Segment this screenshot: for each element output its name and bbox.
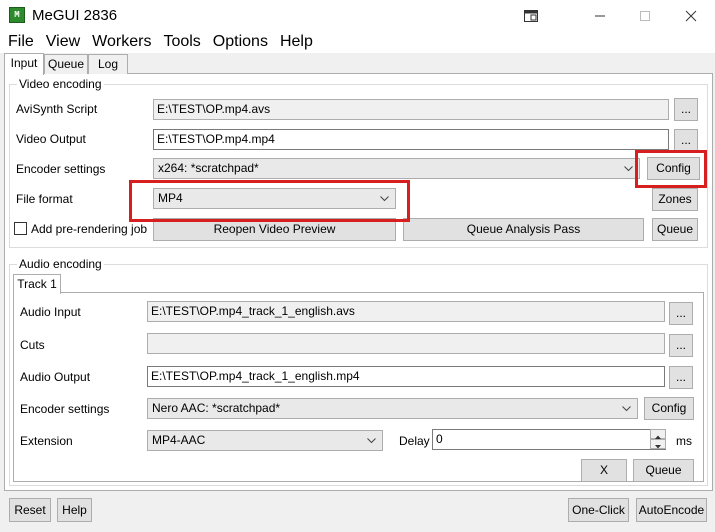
avisynth-script-label: AviSynth Script: [16, 102, 98, 116]
minimize-icon: [595, 15, 605, 16]
menu-workers[interactable]: Workers: [86, 32, 157, 52]
minimize-button[interactable]: [577, 0, 623, 31]
audio-input-field[interactable]: E:\TEST\OP.mp4_track_1_english.avs: [147, 301, 665, 322]
audio-encoder-settings-label: Encoder settings: [20, 402, 110, 416]
audio-encoder-settings-select[interactable]: Nero AAC: *scratchpad*: [147, 398, 638, 419]
menu-file[interactable]: File: [2, 32, 40, 52]
cuts-field[interactable]: [147, 333, 665, 354]
tab-queue[interactable]: Queue: [44, 54, 88, 74]
spin-down-button[interactable]: [650, 439, 666, 449]
audio-queue-button[interactable]: Queue: [633, 459, 694, 482]
file-format-select[interactable]: MP4: [153, 188, 396, 209]
tab-track-1[interactable]: Track 1: [13, 274, 61, 294]
audio-output-field[interactable]: E:\TEST\OP.mp4_track_1_english.mp4: [147, 366, 665, 387]
window-layout-icon: [524, 9, 538, 22]
queue-analysis-pass-button[interactable]: Queue Analysis Pass: [403, 218, 644, 241]
tab-log[interactable]: Log: [88, 54, 128, 74]
video-encoder-settings-value: x264: *scratchpad*: [158, 161, 259, 175]
video-output-browse-button[interactable]: ...: [674, 129, 698, 152]
video-output-label: Video Output: [16, 132, 86, 146]
cuts-browse-button[interactable]: ...: [669, 334, 693, 357]
menu-view[interactable]: View: [40, 32, 86, 52]
chevron-down-icon: [367, 438, 376, 444]
help-button[interactable]: Help: [57, 498, 92, 522]
reset-button[interactable]: Reset: [9, 498, 51, 522]
avisynth-browse-button[interactable]: ...: [674, 98, 698, 121]
maximize-button[interactable]: [622, 0, 668, 31]
close-icon: [685, 10, 697, 21]
audio-remove-button[interactable]: X: [581, 459, 627, 482]
audio-config-button[interactable]: Config: [644, 397, 694, 420]
audio-input-label: Audio Input: [20, 305, 81, 319]
chevron-down-icon: [624, 166, 633, 172]
audio-input-browse-button[interactable]: ...: [669, 302, 693, 325]
audio-encoding-title: Audio encoding: [17, 257, 104, 271]
extension-value: MP4-AAC: [152, 433, 206, 447]
delay-label: Delay: [399, 434, 430, 448]
extension-label: Extension: [20, 434, 73, 448]
video-encoding-title: Video encoding: [17, 77, 104, 91]
maximize-icon: [640, 10, 650, 21]
tab-input[interactable]: Input: [4, 53, 44, 75]
chevron-down-icon: [622, 406, 631, 412]
delay-unit-label: ms: [676, 434, 692, 448]
video-output-field[interactable]: E:\TEST\OP.mp4.mp4: [153, 129, 669, 150]
menu-bar: File View Workers Tools Options Help: [0, 31, 715, 53]
video-queue-button[interactable]: Queue: [652, 218, 698, 241]
window-title: MeGUI 2836: [32, 7, 118, 24]
close-button[interactable]: [668, 0, 714, 31]
chevron-down-icon: [380, 196, 389, 202]
pre-rendering-label: Add pre-rendering job: [31, 222, 148, 236]
pre-rendering-checkbox[interactable]: [14, 222, 27, 235]
one-click-button[interactable]: One-Click: [568, 498, 629, 522]
file-format-label: File format: [16, 192, 73, 206]
file-format-value: MP4: [158, 191, 183, 205]
menu-help[interactable]: Help: [274, 32, 319, 52]
cuts-label: Cuts: [20, 338, 45, 352]
video-encoder-settings-select[interactable]: x264: *scratchpad*: [153, 158, 640, 179]
restore-window-button[interactable]: [508, 0, 554, 31]
triangle-down-icon: [655, 445, 661, 449]
delay-field[interactable]: 0: [432, 429, 666, 450]
audio-output-browse-button[interactable]: ...: [669, 366, 693, 389]
audio-encoder-settings-value: Nero AAC: *scratchpad*: [152, 401, 281, 415]
menu-tools[interactable]: Tools: [157, 32, 206, 52]
megui-app-icon: M: [9, 7, 25, 23]
avisynth-script-field[interactable]: E:\TEST\OP.mp4.avs: [153, 99, 669, 120]
zones-button[interactable]: Zones: [652, 188, 698, 211]
video-encoder-settings-label: Encoder settings: [16, 162, 106, 176]
delay-spinner[interactable]: [650, 429, 666, 450]
extension-select[interactable]: MP4-AAC: [147, 430, 383, 451]
spin-up-button[interactable]: [650, 429, 666, 439]
auto-encode-button[interactable]: AutoEncode: [636, 498, 707, 522]
video-config-button[interactable]: Config: [647, 157, 700, 180]
audio-output-label: Audio Output: [20, 370, 91, 384]
reopen-video-preview-button[interactable]: Reopen Video Preview: [153, 218, 396, 241]
menu-options[interactable]: Options: [207, 32, 274, 52]
